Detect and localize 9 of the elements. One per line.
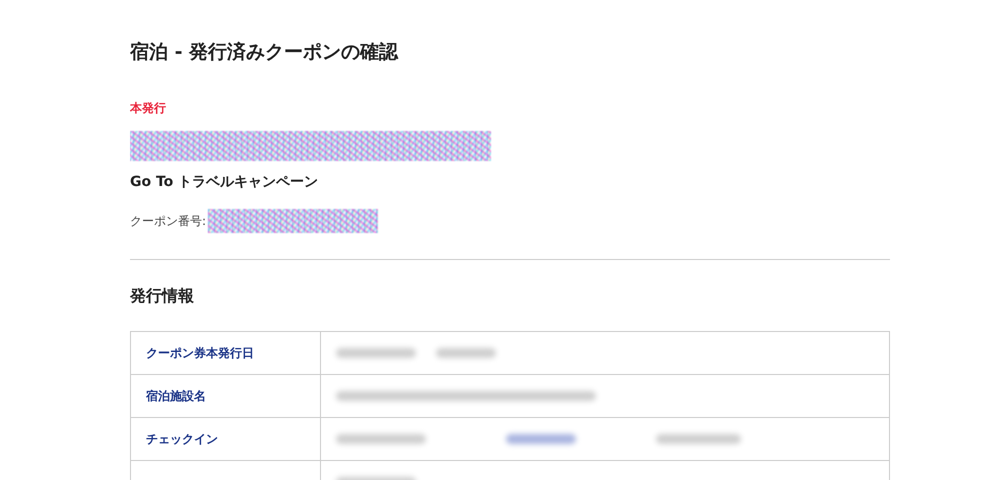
section-title: 発行情報 [130, 286, 195, 307]
row-label: クーポン券本発行日 [131, 332, 321, 374]
coupon-number-label: クーポン番号: [130, 212, 206, 230]
status-label: 本発行 [130, 100, 167, 117]
row-label: 宿泊施設名 [131, 375, 321, 417]
row-label: チェックイン [131, 418, 321, 460]
campaign-name: Go To トラベルキャンペーン [130, 173, 320, 191]
blurred-text [436, 348, 496, 358]
page-title: 宿泊 - 発行済みクーポンの確認 [130, 40, 400, 65]
